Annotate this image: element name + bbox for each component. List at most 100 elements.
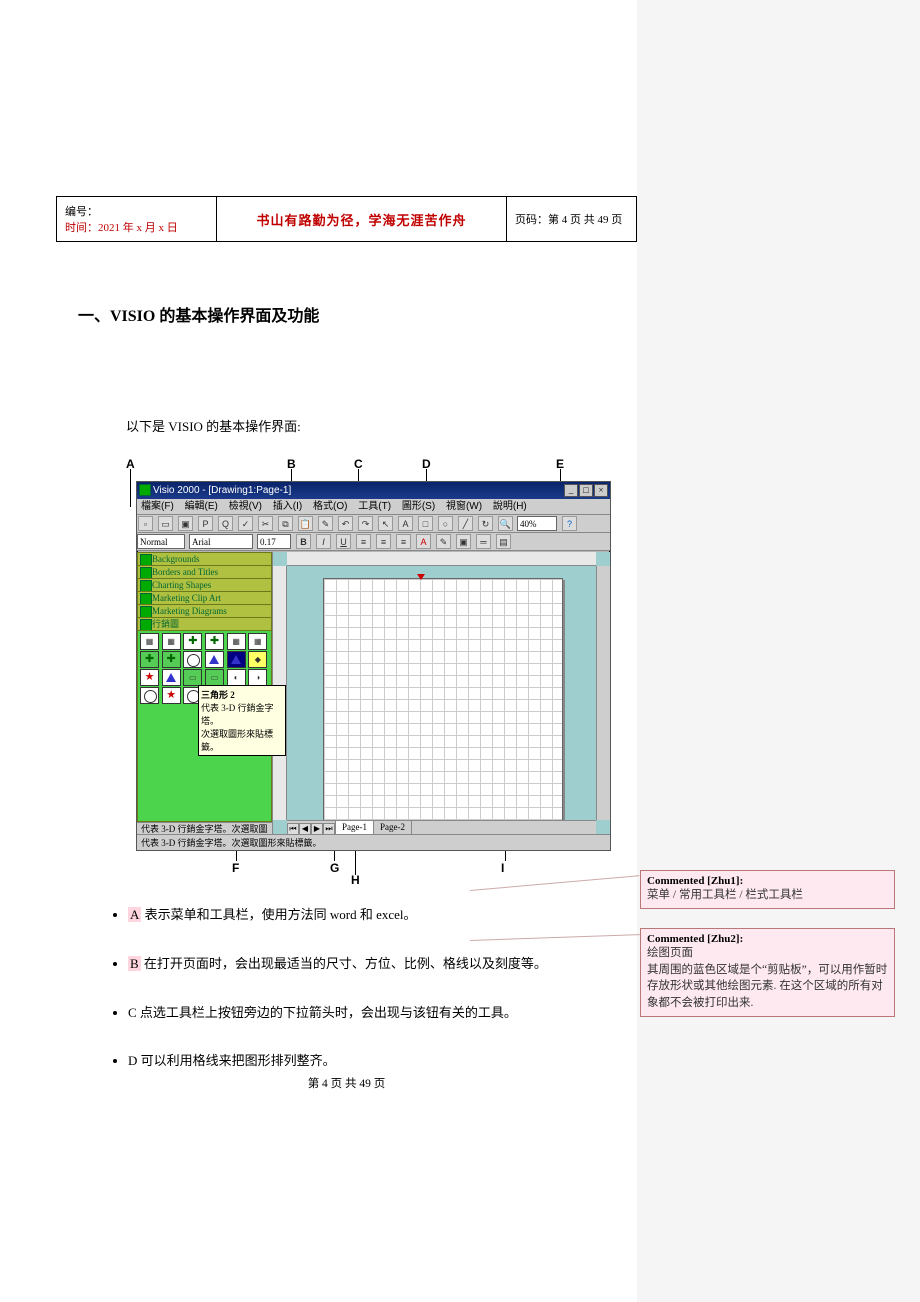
shape-item[interactable]: [162, 687, 181, 704]
callout-label-f: F: [232, 861, 239, 875]
zoom-combo[interactable]: 40%: [517, 516, 557, 531]
menu-item[interactable]: 工具(T): [358, 501, 391, 512]
help-icon[interactable]: ?: [562, 516, 577, 531]
undo-icon[interactable]: ↶: [338, 516, 353, 531]
size-combo[interactable]: 0.17: [257, 534, 291, 549]
shape-item[interactable]: [205, 633, 224, 650]
comment-balloon-2[interactable]: Commented [Zhu2]: 绘图页面 其周围的蓝色区域是个“剪贴板”，可…: [640, 928, 895, 1017]
comment-text: 菜单 / 常用工具栏 / 栏式工具栏: [647, 887, 888, 904]
shape-item[interactable]: ▦: [248, 633, 267, 650]
ellipse-icon[interactable]: ○: [438, 516, 453, 531]
stencil-header[interactable]: Borders and Titles: [137, 565, 272, 579]
font-color-icon[interactable]: A: [416, 534, 431, 549]
minimize-icon[interactable]: _: [564, 484, 578, 497]
align-center-icon[interactable]: ≡: [376, 534, 391, 549]
paste-icon[interactable]: 📋: [298, 516, 313, 531]
stencil-body: ▦ ▦ ▦ ▦ ◆: [137, 630, 272, 822]
stencil-header[interactable]: Marketing Diagrams: [137, 604, 272, 618]
shape-item[interactable]: ▦: [227, 633, 246, 650]
menu-item[interactable]: 編輯(E): [185, 501, 218, 512]
menu-item[interactable]: 說明(H): [493, 501, 527, 512]
horizontal-scrollbar[interactable]: ⏮◀▶⏭ Page-1 Page-2: [287, 820, 596, 834]
shape-item[interactable]: ◑: [248, 669, 267, 686]
menu-item[interactable]: 格式(O): [313, 501, 347, 512]
comment-author: Commented [Zhu2]:: [647, 933, 888, 945]
line-weight-icon[interactable]: ═: [476, 534, 491, 549]
open-icon[interactable]: ▭: [158, 516, 173, 531]
close-icon[interactable]: ×: [594, 484, 608, 497]
header-motto: 书山有路勤为径，学海无涯苦作舟: [217, 197, 507, 242]
comment-balloon-1[interactable]: Commented [Zhu1]: 菜单 / 常用工具栏 / 栏式工具栏: [640, 870, 895, 909]
horizontal-ruler: [287, 552, 596, 566]
bullet-a-text: 表示菜单和工具栏，使用方法同 word 和 excel。: [141, 907, 416, 922]
spell-icon[interactable]: ✓: [238, 516, 253, 531]
cut-icon[interactable]: ✂: [258, 516, 273, 531]
style-combo[interactable]: Normal: [137, 534, 185, 549]
line-color-icon[interactable]: ✎: [436, 534, 451, 549]
menu-item[interactable]: 視窗(W): [446, 501, 482, 512]
align-right-icon[interactable]: ≡: [396, 534, 411, 549]
document-column: 编号： 时间：2021 年 x 月 x 日 书山有路勤为径，学海无涯苦作舟 页码…: [56, 0, 637, 1100]
page-tab[interactable]: Page-2: [373, 820, 412, 834]
page-tab[interactable]: Page-1: [335, 820, 374, 834]
shape-item[interactable]: [162, 651, 181, 668]
shape-item[interactable]: ◆: [248, 651, 267, 668]
status-bar: 代表 3-D 行銷金字塔。次選取圖形來貼標籤。: [137, 834, 610, 850]
menu-item[interactable]: 插入(I): [273, 501, 302, 512]
title-bar: Visio 2000 - [Drawing1:Page-1] _ □ ×: [137, 482, 610, 499]
drawing-page[interactable]: [323, 578, 563, 838]
shape-item[interactable]: [140, 651, 159, 668]
bullet-b-text: 在打开页面时，会出现最适当的尺寸、方位、比例、格线以及刻度等。: [141, 956, 547, 971]
stencil-header[interactable]: 行銷圖: [137, 617, 272, 631]
rect-icon[interactable]: □: [418, 516, 433, 531]
maximize-icon[interactable]: □: [579, 484, 593, 497]
text-icon[interactable]: A: [398, 516, 413, 531]
shape-item[interactable]: [140, 669, 159, 686]
layer-icon[interactable]: ▤: [496, 534, 511, 549]
callout-label-g: G: [330, 861, 339, 875]
callout-leader: [355, 849, 356, 875]
shape-item[interactable]: ◐: [227, 669, 246, 686]
fill-color-icon[interactable]: ▣: [456, 534, 471, 549]
underline-icon[interactable]: U: [336, 534, 351, 549]
visio-window: Visio 2000 - [Drawing1:Page-1] _ □ × 檔案(…: [136, 481, 611, 851]
stencil-header[interactable]: Backgrounds: [137, 552, 272, 566]
menu-item[interactable]: 圖形(S): [402, 501, 435, 512]
format-painter-icon[interactable]: ✎: [318, 516, 333, 531]
menu-item[interactable]: 檔案(F): [141, 501, 174, 512]
pointer-icon[interactable]: ↖: [378, 516, 393, 531]
shape-item[interactable]: [183, 651, 202, 668]
shape-item[interactable]: [205, 651, 224, 668]
new-icon[interactable]: ▫: [138, 516, 153, 531]
shape-item-selected[interactable]: [227, 651, 246, 668]
italic-icon[interactable]: I: [316, 534, 331, 549]
align-left-icon[interactable]: ≡: [356, 534, 371, 549]
zoom-in-icon[interactable]: 🔍: [498, 516, 513, 531]
header-left-cell: 编号： 时间：2021 年 x 月 x 日: [57, 197, 217, 242]
ruler-marker-icon: [417, 574, 425, 580]
shape-item[interactable]: ▦: [140, 633, 159, 650]
bold-icon[interactable]: B: [296, 534, 311, 549]
shape-item[interactable]: [183, 633, 202, 650]
print-icon[interactable]: P: [198, 516, 213, 531]
preview-icon[interactable]: Q: [218, 516, 233, 531]
stencil-header[interactable]: Charting Shapes: [137, 578, 272, 592]
stencil-header[interactable]: Marketing Clip Art: [137, 591, 272, 605]
redo-icon[interactable]: ↷: [358, 516, 373, 531]
menu-item[interactable]: 檢視(V): [229, 501, 262, 512]
shape-item[interactable]: ▭: [205, 669, 224, 686]
save-icon[interactable]: ▣: [178, 516, 193, 531]
vertical-scrollbar[interactable]: [596, 566, 610, 820]
font-combo[interactable]: Arial: [189, 534, 253, 549]
page: 编号： 时间：2021 年 x 月 x 日 书山有路勤为径，学海无涯苦作舟 页码…: [0, 0, 920, 1302]
header-page: 页码：第 4 页 共 49 页: [507, 197, 637, 242]
header-time: 时间：2021 年 x 月 x 日: [65, 219, 208, 235]
shape-item[interactable]: ▦: [162, 633, 181, 650]
shape-item[interactable]: [140, 687, 159, 704]
shape-item[interactable]: ▭: [183, 669, 202, 686]
rotate-icon[interactable]: ↻: [478, 516, 493, 531]
shape-item[interactable]: [162, 669, 181, 686]
line-icon[interactable]: ╱: [458, 516, 473, 531]
bullet-a: A 表示菜单和工具栏，使用方法同 word 和 excel。: [128, 905, 637, 926]
copy-icon[interactable]: ⧉: [278, 516, 293, 531]
